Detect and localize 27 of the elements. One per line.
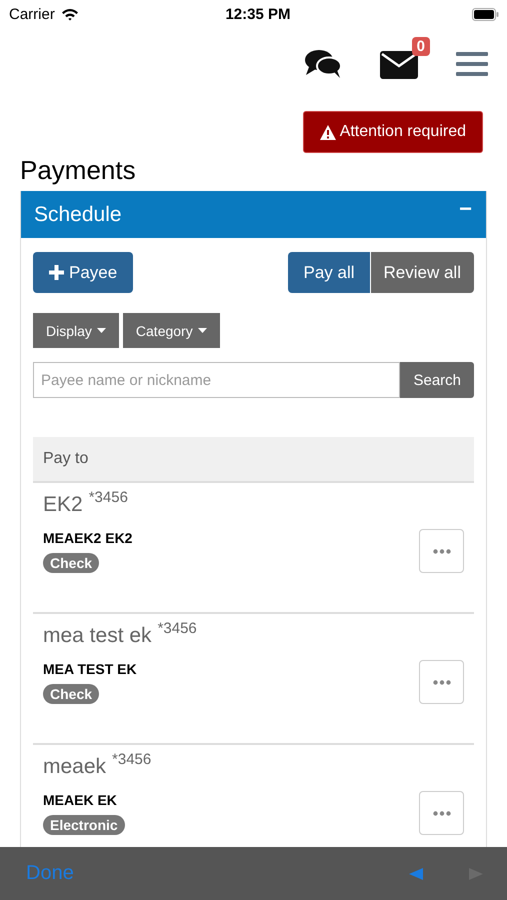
payment-method-tag: Check: [43, 684, 100, 704]
search-button[interactable]: Search: [400, 362, 474, 398]
payee-nickname: mea test ek: [43, 624, 152, 648]
payment-method-tag: Check: [43, 552, 100, 572]
page-title: Payments: [20, 155, 137, 187]
review-all-button[interactable]: Review all: [370, 252, 474, 293]
filter-dropdown[interactable]: Display: [33, 313, 119, 348]
panel-title: Schedule: [34, 202, 122, 226]
filter-dropdown[interactable]: Category: [122, 313, 220, 348]
carrier-name: Carrier: [9, 6, 55, 22]
account-number: *3456: [158, 620, 197, 637]
pay-all-button[interactable]: Pay all: [288, 252, 370, 293]
attention-button[interactable]: Attention required: [302, 111, 483, 153]
payee-nickname: EK2: [43, 493, 83, 517]
payee-name: MEA TEST EK: [43, 660, 137, 676]
search-field[interactable]: Payee name or nickname: [33, 362, 400, 398]
account-number: *3456: [112, 751, 152, 768]
collapse-button[interactable]: −: [459, 196, 472, 222]
list-header: Pay to: [33, 437, 474, 483]
payee-name: MEAEK EK: [43, 792, 118, 808]
unread-count-badge: 0: [412, 37, 430, 56]
payee-name: MEAEK2 EK2: [43, 530, 132, 546]
status-time: 12:35 PM: [225, 6, 291, 22]
payment-method-tag: Electronic: [43, 814, 125, 834]
payee-nickname: meaek: [43, 755, 106, 779]
add-payee-button[interactable]: Payee: [33, 252, 134, 293]
account-number: *3456: [88, 489, 128, 506]
